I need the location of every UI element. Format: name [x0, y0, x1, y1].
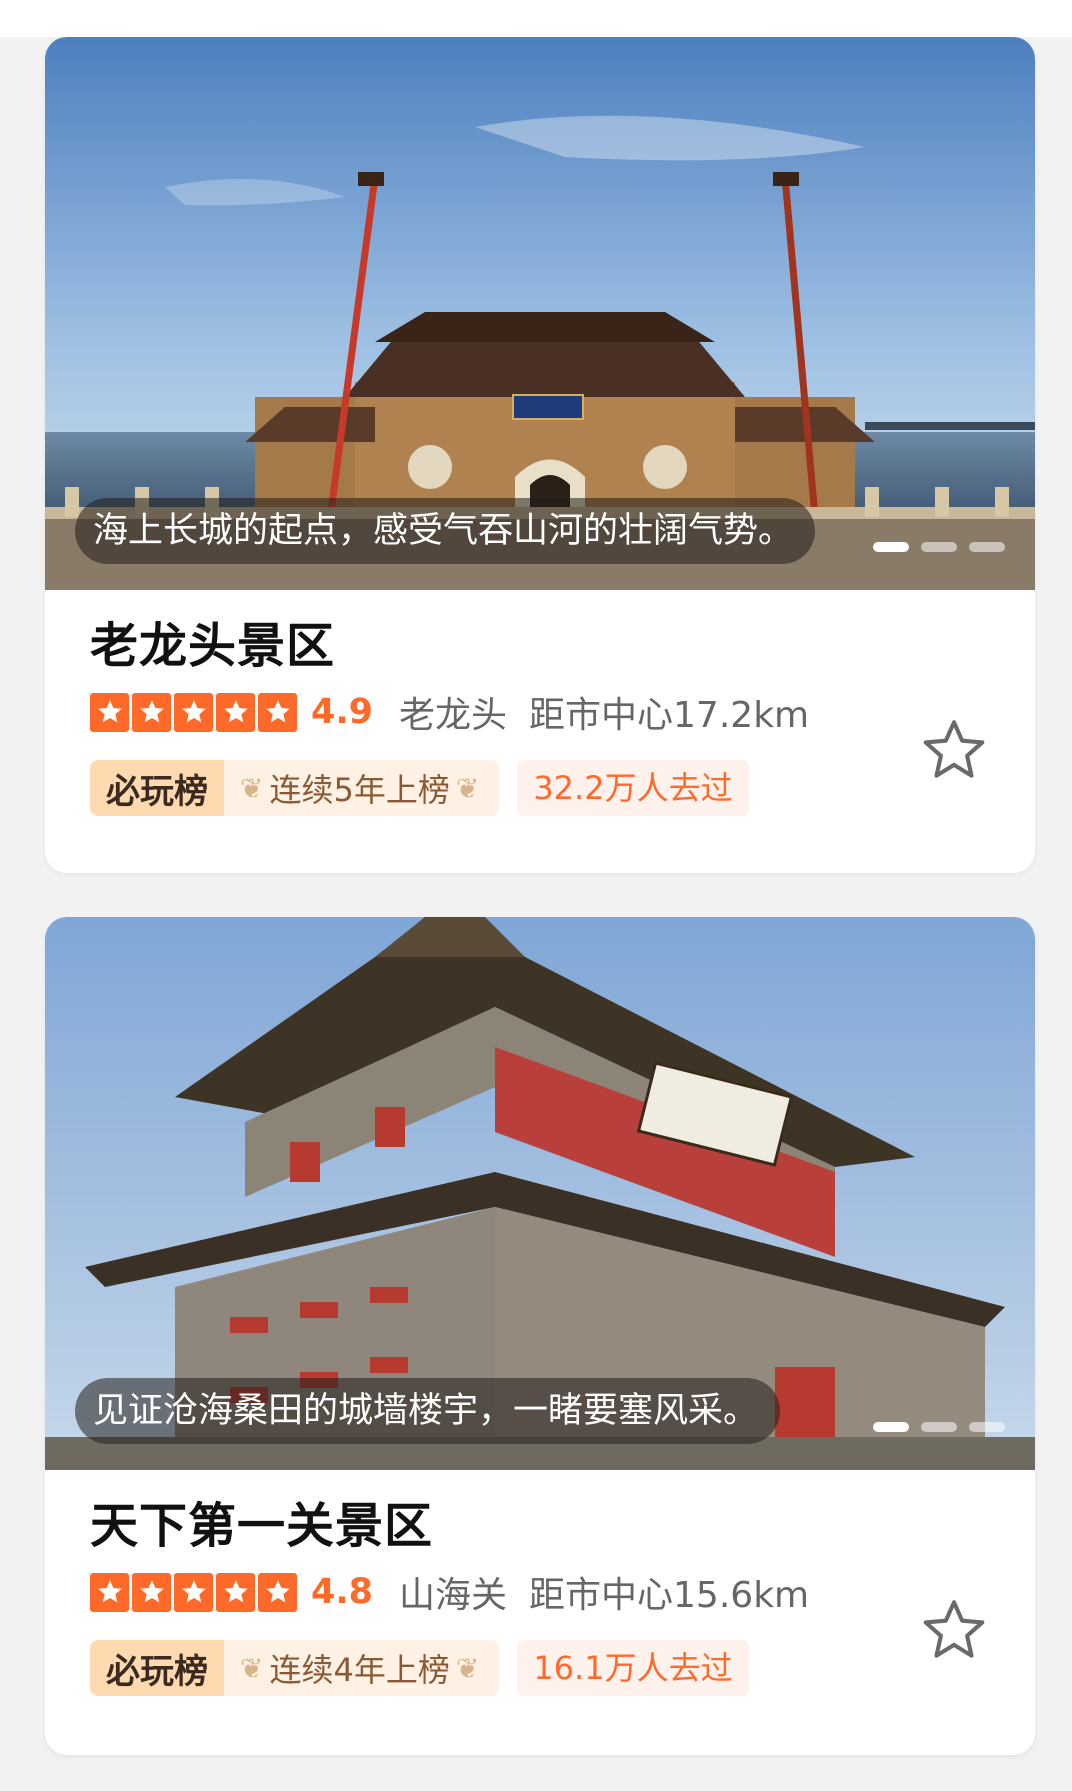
top-bar: [0, 0, 1072, 37]
carousel-dot[interactable]: [873, 1422, 909, 1432]
attraction-photo-carousel[interactable]: 见证沧海桑田的城墙楼宇，一睹要塞风采。: [45, 917, 1035, 1470]
attraction-card[interactable]: 海上长城的起点，感受气吞山河的壮阔气势。 老龙头景区 4.9 老龙头 距市中心1…: [45, 37, 1035, 873]
distance-text: 距市中心15.6km: [529, 1575, 810, 1616]
rating-row: 4.9 老龙头 距市中心17.2km: [90, 690, 1035, 736]
star-icon: [258, 692, 297, 732]
laurel-icon: ❦: [455, 771, 480, 805]
favorite-button[interactable]: [917, 713, 991, 787]
rank-duration: 连续4年上榜: [269, 1651, 450, 1689]
star-icon: [132, 692, 171, 732]
carousel-dot[interactable]: [873, 542, 909, 552]
area-name: 山海关: [399, 1575, 508, 1616]
laurel-icon: ❦: [455, 1651, 480, 1685]
must-play-rank-badge[interactable]: 必玩榜 ❦ 连续4年上榜 ❦: [90, 1640, 500, 1696]
star-icon: [216, 1572, 255, 1612]
star-icon: [90, 1572, 129, 1612]
photo-caption: 见证沧海桑田的城墙楼宇，一睹要塞风采。: [75, 1378, 781, 1444]
attraction-title[interactable]: 天下第一关景区: [90, 1496, 1035, 1556]
distance-text: 距市中心17.2km: [529, 695, 810, 736]
laurel-icon: ❦: [240, 771, 264, 805]
carousel-indicator: [873, 1422, 1005, 1432]
star-icon: [258, 1572, 297, 1612]
must-play-logo: 必玩榜: [90, 1640, 224, 1696]
photo-caption: 海上长城的起点，感受气吞山河的壮阔气势。: [75, 498, 816, 564]
carousel-dot[interactable]: [969, 1422, 1005, 1432]
tag-row: 必玩榜 ❦ 连续4年上榜 ❦ 16.1万人去过: [90, 1640, 1035, 1696]
area-name: 老龙头: [399, 695, 508, 736]
must-play-rank-badge[interactable]: 必玩榜 ❦ 连续5年上榜 ❦: [90, 760, 500, 816]
carousel-indicator: [873, 542, 1005, 552]
star-icon: [174, 1572, 213, 1612]
attraction-card[interactable]: 见证沧海桑田的城墙楼宇，一睹要塞风采。 天下第一关景区 4.8 山海关 距市中心…: [45, 917, 1035, 1755]
favorite-button[interactable]: [917, 1593, 991, 1667]
attraction-title[interactable]: 老龙头景区: [90, 616, 1035, 676]
rank-duration: 连续5年上榜: [269, 771, 450, 809]
visitor-count-badge: 16.1万人去过: [517, 1640, 749, 1696]
star-icon: [216, 692, 255, 732]
must-play-logo: 必玩榜: [90, 760, 224, 816]
attraction-photo-carousel[interactable]: 海上长城的起点，感受气吞山河的壮阔气势。: [45, 37, 1035, 590]
rating-stars: [90, 1572, 297, 1612]
carousel-dot[interactable]: [921, 1422, 957, 1432]
carousel-dot[interactable]: [921, 542, 957, 552]
star-outline-icon: [923, 720, 985, 778]
star-icon: [174, 692, 213, 732]
rating-score: 4.9: [311, 692, 374, 732]
tag-row: 必玩榜 ❦ 连续5年上榜 ❦ 32.2万人去过: [90, 760, 1035, 816]
rating-score: 4.8: [311, 1572, 374, 1612]
star-outline-icon: [923, 1600, 985, 1658]
rating-stars: [90, 692, 297, 732]
star-icon: [132, 1572, 171, 1612]
rating-row: 4.8 山海关 距市中心15.6km: [90, 1570, 1035, 1616]
star-icon: [90, 692, 129, 732]
laurel-icon: ❦: [240, 1651, 264, 1685]
visitor-count-badge: 32.2万人去过: [517, 760, 749, 816]
carousel-dot[interactable]: [969, 542, 1005, 552]
